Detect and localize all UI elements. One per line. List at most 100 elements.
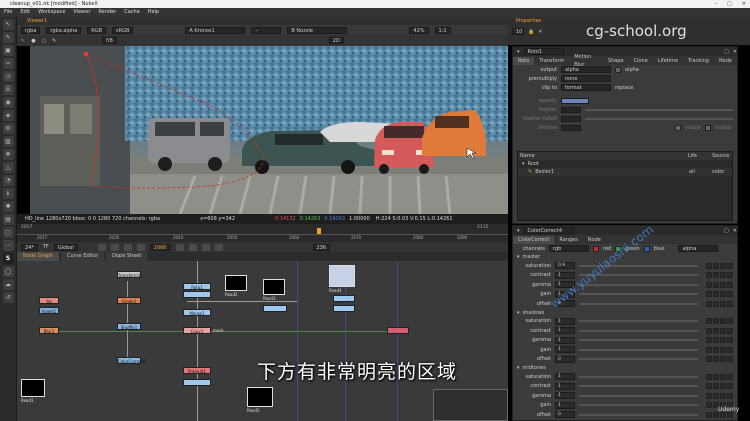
menu-workspace[interactable]: Workspace [38,8,65,17]
color-wheel-icon[interactable] [713,281,719,288]
output-alpha-checkbox[interactable] [615,66,621,73]
channels-dropdown[interactable]: rgb [549,245,589,252]
locked-checkbox[interactable] [704,124,711,131]
color-wheel-icon[interactable] [713,327,719,334]
color-swatch-icon[interactable] [720,356,726,363]
node-roto-b[interactable] [183,291,211,298]
node-graph-canvas[interactable]: bg Invert1 Blur1 Transform1 Grade1 Shuff… [17,261,508,421]
tab-ranges[interactable]: Ranges [554,236,582,244]
premultiply-dropdown[interactable]: none [561,75,611,82]
cc-param-value[interactable]: 1 [555,327,575,335]
4-icon[interactable] [706,402,712,409]
prev-key-icon[interactable] [110,243,119,251]
node-invert[interactable]: Invert1 [39,307,59,314]
fps-field[interactable]: 24* [21,243,38,251]
brush-icon[interactable]: ✎ [2,32,14,43]
anim-icon[interactable] [727,337,733,344]
channel-icon[interactable]: ☰ [2,84,14,95]
cc-param-slider[interactable] [579,385,698,388]
node-grade4[interactable] [387,327,409,334]
b-input-dropdown[interactable]: B Nozzle [287,26,348,34]
feather-falloff-slider[interactable] [585,117,733,120]
color-swatch-icon[interactable] [720,337,726,344]
clear-icon[interactable]: ✕ [538,29,542,35]
roto-feather-icon[interactable]: ○ [42,38,46,44]
prev-frame-icon[interactable] [123,243,132,251]
panel-float-icon[interactable]: □ [724,49,729,55]
color-wheel-icon[interactable] [713,300,719,307]
list-item-root[interactable]: ▾ Root [518,160,732,168]
colorspace2-dropdown[interactable]: sRGB [112,26,134,34]
read4-thumbnail[interactable] [329,265,355,287]
color-swatch-icon[interactable] [720,392,726,399]
alpha-dropdown[interactable]: rgba.alpha [46,26,82,34]
blue-checkbox[interactable] [643,245,650,252]
node-blur[interactable]: Blur1 [39,327,59,334]
node-roto[interactable]: Roto1 [183,283,211,290]
4-icon[interactable] [706,346,712,353]
node-shuffle[interactable]: Shuffle1 [117,323,141,330]
shapes-list[interactable]: Name Life Source ▾ Root ✎ Bezier1 all co… [517,151,733,221]
menu-file[interactable]: File [4,8,12,17]
4-icon[interactable] [706,262,712,269]
ocio-icon[interactable]: ◯ [2,266,14,277]
lifetime-field[interactable] [561,124,581,131]
node-premult[interactable]: Premult1 [183,367,211,374]
group-collapse-icon[interactable]: ▾ [517,254,520,260]
anim-icon[interactable] [727,356,733,363]
play-back-icon[interactable] [136,243,145,251]
particles-icon[interactable]: ✺ [2,201,14,212]
cc-param-value[interactable]: 1 [555,401,575,409]
anim-icon[interactable] [727,262,733,269]
group-collapse-icon[interactable]: ▾ [517,310,520,316]
minimap[interactable] [433,389,508,421]
cc-param-value[interactable]: 0 [555,355,575,363]
cc-param-value[interactable]: 1 [555,382,575,390]
tab-clone[interactable]: Clone [629,57,653,65]
4-icon[interactable] [706,291,712,298]
4-icon[interactable] [706,272,712,279]
clip-dropdown[interactable]: format [561,84,611,91]
script-icon[interactable]: S [2,253,14,264]
color-swatch-icon[interactable] [720,300,726,307]
roto-node-name[interactable]: Roto1 [523,48,564,55]
cc-param-value[interactable]: 1 [555,346,575,354]
menu-edit[interactable]: Edit [20,8,30,17]
color-swatch-icon[interactable] [720,327,726,334]
3d-icon[interactable]: △ [2,162,14,173]
node-colorcorrect[interactable]: ColorCorrect4 [117,357,146,364]
max-panels-field[interactable]: 10 [512,28,524,35]
anim-icon[interactable] [727,300,733,307]
a-input-dropdown[interactable]: A Kronos1 [185,26,246,34]
tc-icon[interactable]: TF [43,244,49,250]
tab-dope-sheet[interactable]: Dope Sheet [106,252,148,261]
color-swatch-icon[interactable] [720,383,726,390]
maximize-icon[interactable]: □ [727,0,732,8]
anim-icon[interactable] [727,318,733,325]
mode-dropdown[interactable]: 2D [328,37,344,44]
deep-icon[interactable]: ▤ [2,214,14,225]
lock-icon[interactable]: 🔒 [528,29,534,35]
cc-param-value[interactable]: 1 [555,317,575,325]
minimize-icon[interactable]: – [715,0,718,8]
panel-close-icon[interactable]: ✕ [733,49,737,55]
anim-icon[interactable] [727,327,733,334]
color-wheel-icon[interactable] [713,318,719,325]
color-swatch-icon[interactable] [720,373,726,380]
read-left-thumbnail[interactable] [21,379,45,397]
menu-render[interactable]: Render [98,8,116,17]
cc-param-slider[interactable] [579,329,698,332]
anim-icon[interactable] [727,291,733,298]
anim-icon[interactable] [727,346,733,353]
other-icon[interactable]: ⋯ [2,240,14,251]
anim-icon[interactable] [727,281,733,288]
anim-icon[interactable] [727,373,733,380]
color-swatch-icon[interactable] [720,346,726,353]
time-icon[interactable]: ◷ [2,71,14,82]
wipe-dropdown[interactable]: – [251,26,282,34]
tab-roto[interactable]: Roto [513,56,535,65]
color-wheel-icon[interactable] [713,356,719,363]
cc-param-slider[interactable] [579,358,698,361]
play-icon[interactable] [175,243,184,251]
next-frame-icon[interactable] [188,243,197,251]
